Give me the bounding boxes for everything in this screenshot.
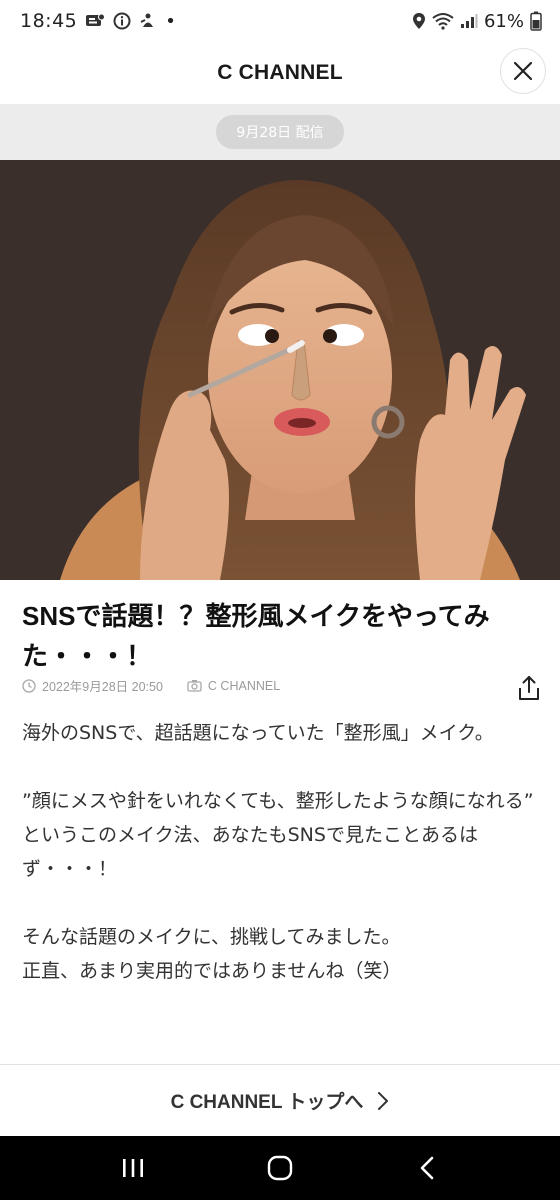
status-bar: 18:45 • 61% [0, 0, 560, 42]
footer-link-label: C CHANNEL トップへ [170, 1092, 364, 1113]
info-icon [113, 12, 131, 30]
clock-icon [22, 678, 36, 693]
recents-button[interactable] [103, 1146, 163, 1190]
home-button[interactable] [250, 1146, 310, 1190]
home-icon [267, 1155, 293, 1181]
article-title: SNSで話題！？整形風メイクをやってみた・・・！ [22, 601, 490, 671]
body-spacer [22, 886, 542, 920]
share-button[interactable] [516, 674, 542, 702]
article-body: 海外のSNSで、超話題になっていた「整形風」メイク。 ”顔にメスや針をいれなくて… [22, 716, 542, 988]
body-paragraph: 海外のSNSで、超話題になっていた「整形風」メイク。 [22, 722, 494, 744]
date-pill: 9月28日 配信 [216, 115, 344, 149]
system-nav-bar [0, 1136, 560, 1200]
date-band: 9月28日 配信 [0, 104, 560, 160]
battery-icon [530, 11, 542, 31]
status-dot: • [165, 10, 176, 32]
app-title: C CHANNEL [217, 61, 343, 84]
close-icon [513, 61, 533, 81]
hero-image [0, 160, 560, 580]
close-button[interactable] [500, 48, 546, 94]
article-source[interactable]: C CHANNEL [208, 679, 280, 693]
wifi-icon [432, 12, 454, 30]
hero-illustration [0, 160, 560, 580]
body-paragraph: そんな話題のメイクに、挑戦してみました。 [22, 926, 401, 948]
article-meta: 2022年9月28日 20:50 C CHANNEL [22, 676, 280, 695]
message-icon [85, 13, 106, 29]
back-icon [420, 1156, 433, 1180]
battery-percent: 61% [483, 10, 524, 32]
status-left: 18:45 • [20, 10, 176, 32]
status-time: 18:45 [20, 10, 78, 32]
notification-icon [139, 12, 157, 30]
body-paragraph: 正直、あまり実用的ではありませんね（笑） [22, 960, 402, 982]
app-header: C CHANNEL [0, 42, 560, 104]
recents-icon [123, 1159, 144, 1177]
camera-icon [187, 680, 202, 692]
cchannel-top-link[interactable]: C CHANNEL トップへ [0, 1064, 560, 1136]
body-paragraph: ”顔にメスや針をいれなくても、整形したような顔になれる” [22, 790, 534, 812]
back-button[interactable] [397, 1146, 457, 1190]
signal-icon [460, 13, 478, 29]
article-date: 2022年9月28日 20:50 [42, 680, 163, 694]
body-spacer [22, 750, 542, 784]
body-paragraph: というこのメイク法、あなたもSNSで見たことあるはず・・・！ [22, 824, 478, 880]
share-icon [519, 676, 539, 700]
status-right: 61% [412, 11, 542, 32]
location-icon [412, 12, 426, 30]
chevron-right-icon [378, 1091, 389, 1110]
